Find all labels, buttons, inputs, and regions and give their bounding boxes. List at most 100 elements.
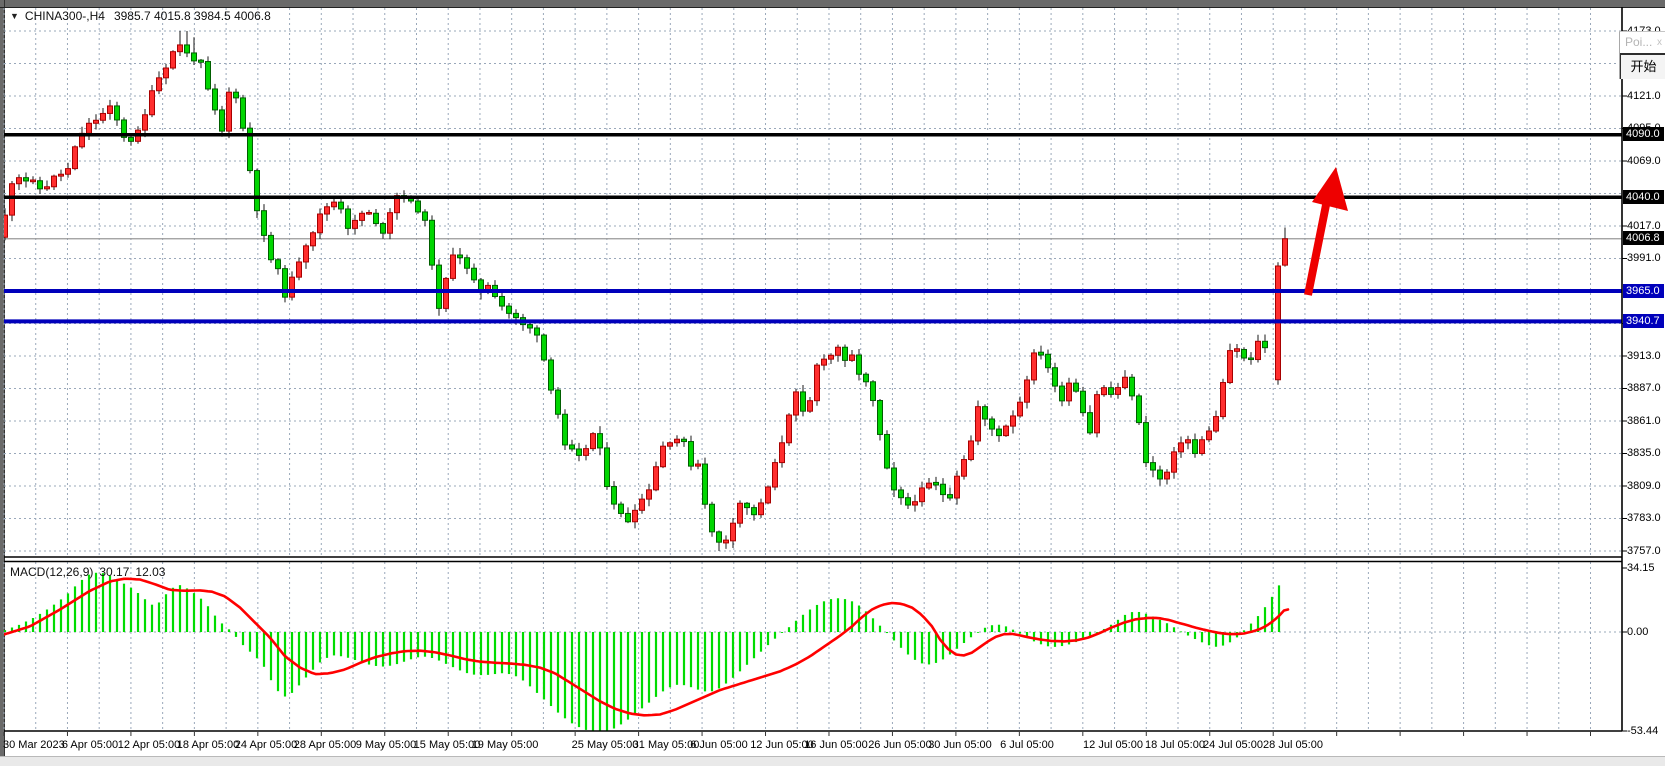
candle-body <box>458 255 463 258</box>
candle-body <box>1235 349 1240 352</box>
candle-body <box>66 169 71 175</box>
macd-histogram-bar <box>326 632 328 658</box>
candle-body <box>983 407 988 419</box>
macd-histogram-bar <box>88 575 90 632</box>
candle-body <box>990 419 995 429</box>
candle-body <box>31 180 36 182</box>
macd-histogram-bar <box>1005 626 1007 632</box>
macd-histogram-bar <box>907 632 909 654</box>
candle-body <box>381 224 386 234</box>
candle-body <box>3 215 8 237</box>
macd-histogram-bar <box>515 632 517 676</box>
candle-body <box>1088 413 1093 433</box>
price-level-label: 4040.0 <box>1623 190 1664 204</box>
macd-histogram-bar <box>473 632 475 675</box>
macd-histogram-bar <box>1068 632 1070 644</box>
macd-histogram-bar <box>354 632 356 660</box>
candle-body <box>976 407 981 441</box>
candle-body <box>654 467 659 490</box>
candle-body <box>178 45 183 52</box>
candle-body <box>661 446 666 467</box>
candle-body <box>605 448 610 487</box>
candle-body <box>416 201 421 212</box>
candle-body <box>514 313 519 317</box>
candle-body <box>724 540 729 543</box>
macd-histogram-bar <box>445 632 447 664</box>
time-axis-label: 18 Jul 05:00 <box>1145 739 1205 751</box>
price-level-label: 4090.0 <box>1623 127 1664 141</box>
macd-panel <box>0 573 1288 732</box>
macd-histogram-bar <box>970 632 972 637</box>
macd-histogram-bar <box>774 632 776 639</box>
candle-body <box>913 502 918 505</box>
time-axis-label: 6 Apr 05:00 <box>62 739 118 751</box>
macd-histogram-bar <box>781 632 783 633</box>
candle-body <box>500 296 505 306</box>
macd-histogram-bar <box>389 632 391 666</box>
macd-histogram-bar <box>886 632 888 633</box>
macd-histogram-bar <box>522 632 524 680</box>
candle-body <box>185 45 190 53</box>
candle-body <box>143 115 148 130</box>
start-button[interactable]: 开始 <box>1620 53 1665 79</box>
candle-body <box>1242 349 1247 358</box>
macd-histogram-bar <box>592 632 594 732</box>
candle-body <box>633 510 638 521</box>
chart-title: ▼CHINA300-,H43985.7 4015.8 3984.5 4006.8 <box>10 9 271 23</box>
macd-histogram-bar <box>130 588 132 632</box>
macd-histogram-bar <box>725 632 727 684</box>
time-axis-label: 16 Jun 05:00 <box>804 739 868 751</box>
candle-body <box>318 214 323 233</box>
time-axis-label: 12 Jul 05:00 <box>1083 739 1143 751</box>
macd-histogram-bar <box>683 632 685 685</box>
candle-body <box>353 220 358 228</box>
macd-histogram-bar <box>690 632 692 687</box>
trend-arrow-shaft[interactable] <box>1308 205 1326 295</box>
macd-histogram-bar <box>1166 623 1168 632</box>
macd-histogram-bar <box>1187 632 1189 636</box>
macd-histogram-bar <box>1019 632 1021 634</box>
chart-dropdown-icon[interactable]: ▼ <box>10 11 19 21</box>
candle-body <box>668 443 673 446</box>
macd-histogram-bar <box>263 632 265 667</box>
macd-histogram-bar <box>67 593 69 632</box>
macd-histogram-bar <box>235 632 237 637</box>
time-axis-label: 28 Jul 05:00 <box>1263 739 1323 751</box>
candle-body <box>962 460 967 477</box>
macd-histogram-bar <box>963 632 965 643</box>
macd-histogram-bar <box>207 606 209 632</box>
macd-histogram-bar <box>109 576 111 632</box>
candle-body <box>731 523 736 541</box>
candle-body <box>73 147 78 169</box>
macd-histogram-bar <box>599 632 601 732</box>
candle-body <box>87 123 92 133</box>
macd-histogram-bar <box>1243 630 1245 632</box>
candle-body <box>997 429 1002 436</box>
candle-body <box>1228 351 1233 383</box>
candle-body <box>10 184 15 215</box>
candle-body <box>759 503 764 515</box>
popup-close-icon[interactable]: x <box>1657 32 1662 53</box>
macd-histogram-bar <box>333 632 335 655</box>
candle-body <box>535 328 540 335</box>
macd-histogram-bar <box>424 632 426 657</box>
macd-histogram-bar <box>578 632 580 727</box>
candle-body <box>17 178 22 184</box>
macd-histogram-bar <box>417 632 419 657</box>
ohlc-values: 3985.7 4015.8 3984.5 4006.8 <box>114 9 271 23</box>
macd-histogram-bar <box>536 632 538 693</box>
popup-dialog: Poi... x 开始 <box>1619 31 1665 79</box>
candle-body <box>864 374 869 382</box>
candle-body <box>738 503 743 523</box>
macd-histogram-bar <box>151 605 153 632</box>
macd-histogram-bar <box>1040 632 1042 644</box>
price-tick-label: 3991.0 <box>1627 252 1663 265</box>
candle-body <box>528 325 533 328</box>
macd-histogram-bar <box>879 626 881 632</box>
candle-body <box>703 464 708 504</box>
macd-histogram-bar <box>648 632 650 703</box>
trend-arrow-head[interactable] <box>1312 167 1348 211</box>
time-axis-label: 18 Apr 05:00 <box>177 739 239 751</box>
candle-body <box>766 487 771 503</box>
candle-body <box>227 92 232 131</box>
